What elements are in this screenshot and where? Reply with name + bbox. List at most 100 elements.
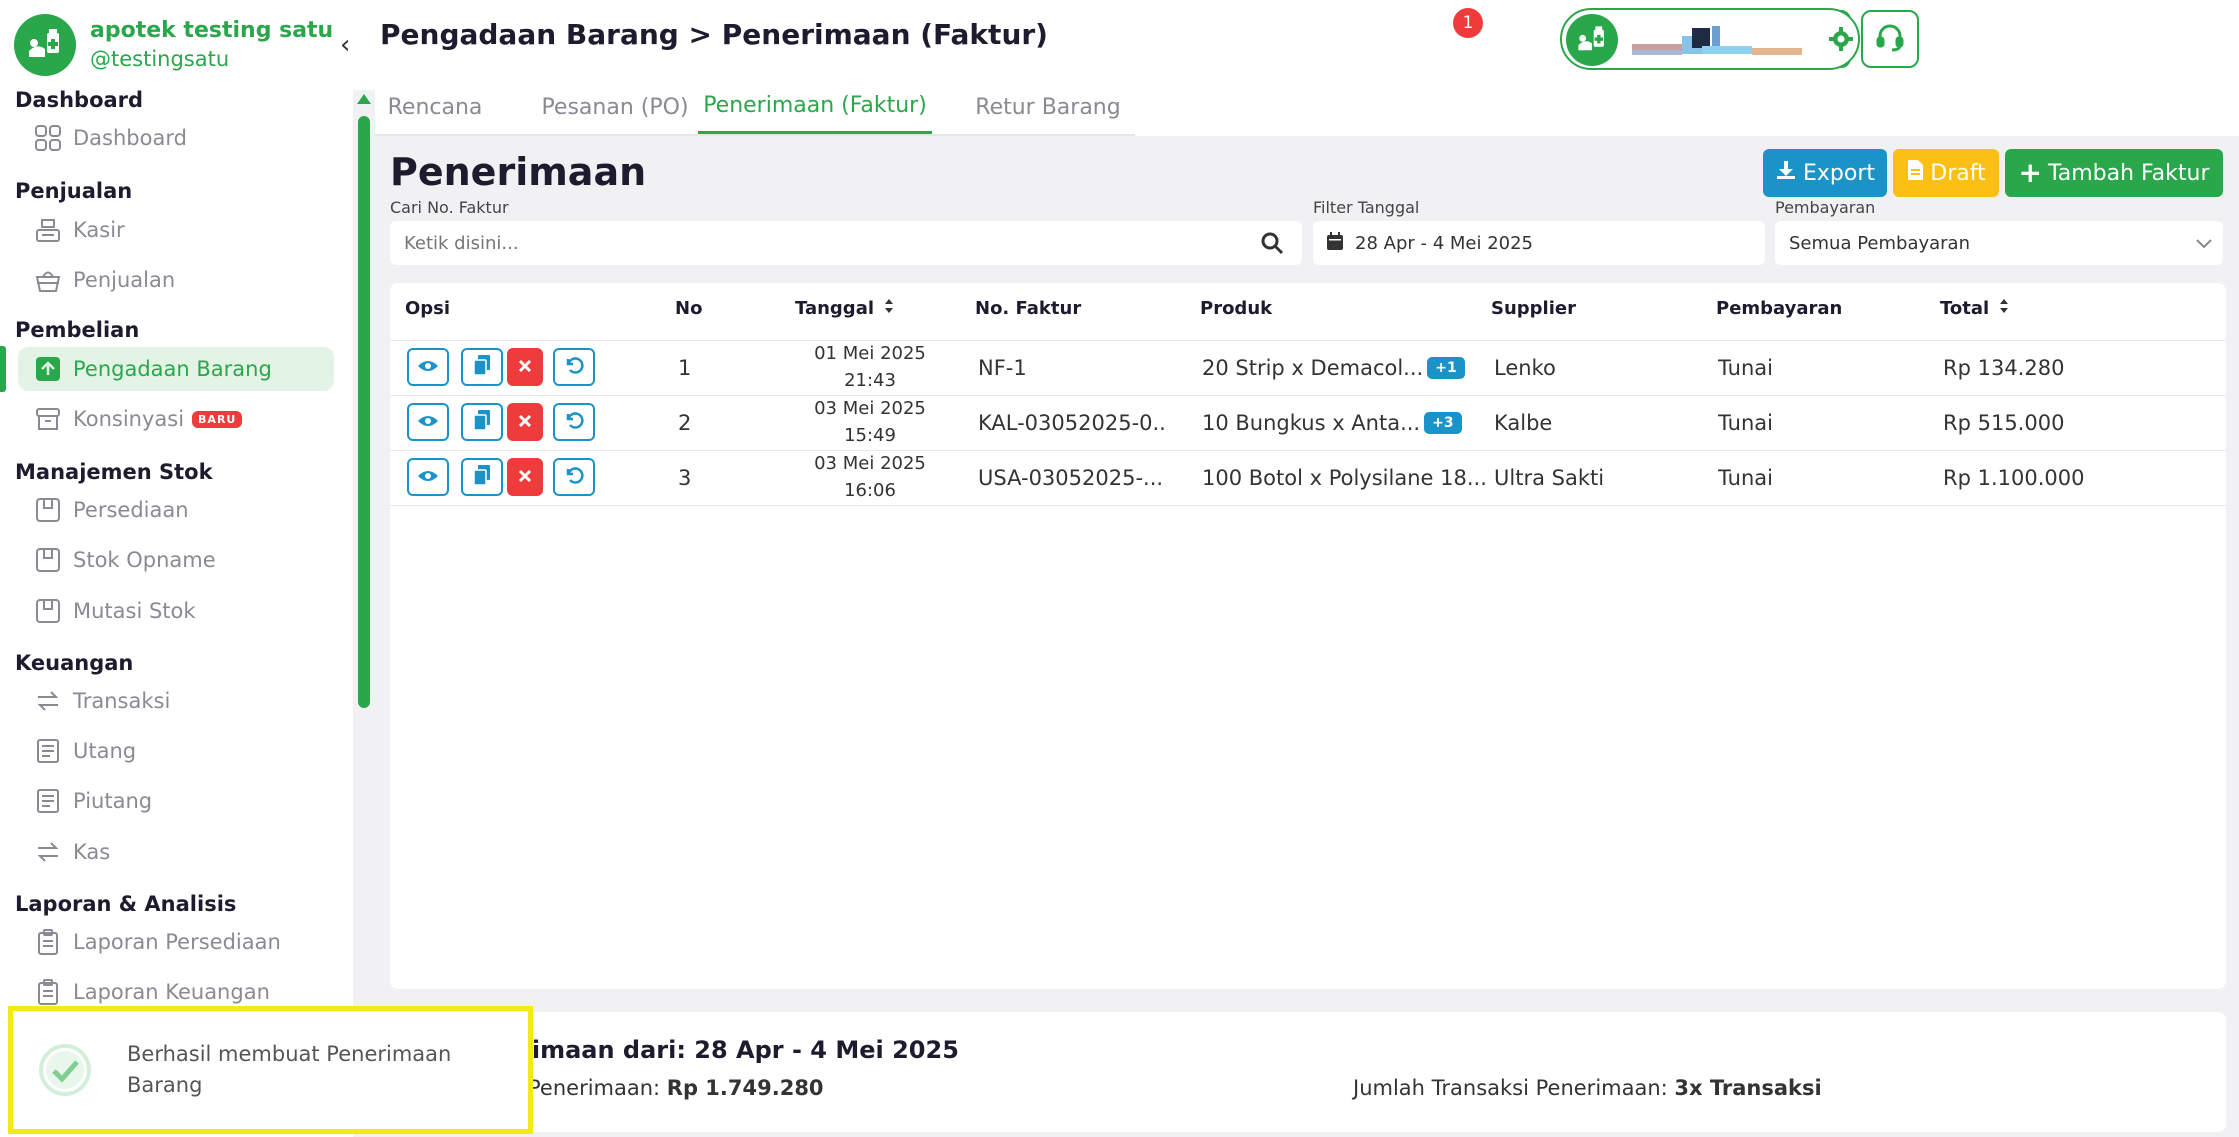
tab-pesanan[interactable]: Pesanan (PO) (525, 80, 705, 134)
payment-select[interactable]: Semua Pembayaran (1775, 221, 2223, 265)
collapse-sidebar-icon[interactable]: ‹ (340, 30, 350, 60)
receipt-icon (32, 785, 64, 817)
row-invoice[interactable]: USA-03052025-... (978, 450, 1168, 505)
table-row: 2 03 Mei 2025 15:49 KAL-03052025-0... 10 … (390, 395, 2226, 450)
scrollbar-thumb[interactable] (358, 116, 370, 708)
search-input[interactable] (404, 232, 1224, 254)
brand-handle: @testingsatu (90, 47, 230, 71)
receipt-icon (32, 735, 64, 767)
section-keuangan: Keuangan (15, 651, 134, 675)
sidebar-item-penjualan[interactable]: Penjualan (18, 258, 334, 302)
pharmacy-logo-icon (14, 14, 76, 76)
sidebar-item-konsinyasi[interactable]: Konsinyasi BARU (18, 397, 334, 441)
row-payment: Tunai (1718, 355, 1773, 380)
sort-icon[interactable] (1999, 298, 2009, 319)
sidebar-item-mutasi-stok[interactable]: Mutasi Stok (18, 589, 334, 633)
copy-button[interactable] (461, 458, 503, 496)
date-filter[interactable]: 28 Apr - 4 Mei 2025 (1313, 221, 1765, 265)
profile-menu[interactable] (1560, 8, 1860, 70)
delete-button[interactable] (507, 403, 543, 441)
sidebar-item-label: Transaksi (73, 689, 171, 713)
file-icon (1906, 159, 1924, 187)
sidebar: apotek testing satu @testingsatu ‹ Dashb… (0, 0, 353, 1137)
sidebar-item-utang[interactable]: Utang (18, 729, 334, 773)
copy-icon (473, 355, 491, 379)
row-date-day: 03 Mei 2025 (814, 453, 926, 474)
summary-total: Penerimaan: Rp 1.749.280 (528, 1076, 824, 1100)
search-icon[interactable] (1260, 231, 1284, 260)
row-invoice[interactable]: KAL-03052025-0... (978, 395, 1168, 450)
tab-retur-barang[interactable]: Retur Barang (955, 80, 1141, 134)
row-supplier: Lenko (1494, 355, 1556, 380)
sidebar-item-kasir[interactable]: Kasir (18, 208, 334, 252)
row-date: 03 Mei 2025 15:49 (785, 395, 955, 450)
brand-name: apotek testing satu (90, 18, 334, 43)
sidebar-item-label: Piutang (73, 789, 153, 813)
sidebar-item-label: Pengadaan Barang (73, 357, 272, 381)
summary-card (390, 1012, 2226, 1132)
row-payment: Tunai (1718, 410, 1773, 435)
row-product: 10 Bungkus x Anta... +3 (1202, 395, 1462, 450)
gear-icon[interactable] (1828, 26, 1854, 56)
redacted-username (1632, 22, 1802, 58)
row-invoice[interactable]: NF-1 (978, 340, 1168, 395)
sidebar-item-persediaan[interactable]: Persediaan (18, 488, 334, 532)
row-date-time: 15:49 (844, 425, 896, 446)
column-header-opsi: Opsi (405, 298, 451, 319)
date-filter-label: Filter Tanggal (1313, 198, 1420, 217)
inventory-icon (32, 595, 64, 627)
delete-button[interactable] (507, 348, 543, 386)
copy-button[interactable] (461, 403, 503, 441)
draft-label: Draft (1930, 160, 1986, 186)
view-button[interactable] (407, 458, 449, 496)
download-icon (1775, 159, 1797, 187)
sidebar-item-laporan-persediaan[interactable]: Laporan Persediaan (18, 920, 334, 964)
return-button[interactable] (553, 403, 595, 441)
column-header-label: Total (1940, 298, 1990, 319)
table-row: 1 01 Mei 2025 21:43 NF-1 20 Strip x Demac… (390, 340, 2226, 395)
return-button[interactable] (553, 458, 595, 496)
clipboard-icon (32, 976, 64, 1008)
view-button[interactable] (407, 403, 449, 441)
more-products-badge[interactable]: +3 (1424, 411, 1462, 434)
delete-button[interactable] (507, 458, 543, 496)
sidebar-item-transaksi[interactable]: Transaksi (18, 679, 334, 723)
export-button[interactable]: Export (1763, 149, 1887, 197)
sort-icon[interactable] (884, 298, 894, 319)
sidebar-item-kas[interactable]: Kas (18, 830, 334, 874)
summary-total-value: Rp 1.749.280 (666, 1076, 824, 1100)
more-products-badge[interactable]: +1 (1427, 356, 1465, 379)
clipboard-icon (32, 926, 64, 958)
sidebar-item-stok-opname[interactable]: Stok Opname (18, 538, 334, 582)
search-label: Cari No. Faktur (390, 198, 509, 217)
draft-button[interactable]: Draft (1893, 149, 1999, 197)
row-total: Rp 134.280 (1943, 355, 2065, 380)
active-indicator (0, 346, 6, 392)
brand[interactable]: apotek testing satu @testingsatu (14, 14, 333, 76)
view-button[interactable] (407, 348, 449, 386)
tab-bar: Rencana Pesanan (PO) Penerimaan (Faktur)… (375, 80, 2239, 136)
sidebar-item-dashboard[interactable]: Dashboard (18, 116, 334, 160)
return-button[interactable] (553, 348, 595, 386)
grid-icon (32, 122, 64, 154)
sidebar-item-pengadaan-barang[interactable]: Pengadaan Barang (18, 347, 334, 391)
row-payment: Tunai (1718, 465, 1773, 490)
row-total: Rp 515.000 (1943, 410, 2065, 435)
scroll-up-icon[interactable] (357, 94, 371, 104)
summary-total-label: Penerimaan: (528, 1076, 667, 1100)
sidebar-item-label: Persediaan (73, 498, 189, 522)
row-no: 2 (678, 410, 692, 435)
tab-rencana[interactable]: Rencana (380, 80, 490, 134)
sidebar-item-piutang[interactable]: Piutang (18, 779, 334, 823)
column-header-total[interactable]: Total (1940, 298, 2009, 319)
toast-message: Berhasil membuat Penerimaan Barang (127, 1042, 452, 1097)
add-invoice-button[interactable]: + Tambah Faktur (2005, 149, 2223, 197)
column-header-tanggal[interactable]: Tanggal (795, 298, 894, 319)
success-toast[interactable]: Berhasil membuat Penerimaan Barang (8, 1006, 533, 1134)
support-button[interactable] (1861, 10, 1919, 68)
copy-button[interactable] (461, 348, 503, 386)
export-label: Export (1802, 160, 1875, 186)
tab-penerimaan[interactable]: Penerimaan (Faktur) (698, 80, 932, 134)
row-date-day: 01 Mei 2025 (814, 343, 926, 364)
row-product-text: 100 Botol x Polysilane 18... (1202, 465, 1487, 490)
